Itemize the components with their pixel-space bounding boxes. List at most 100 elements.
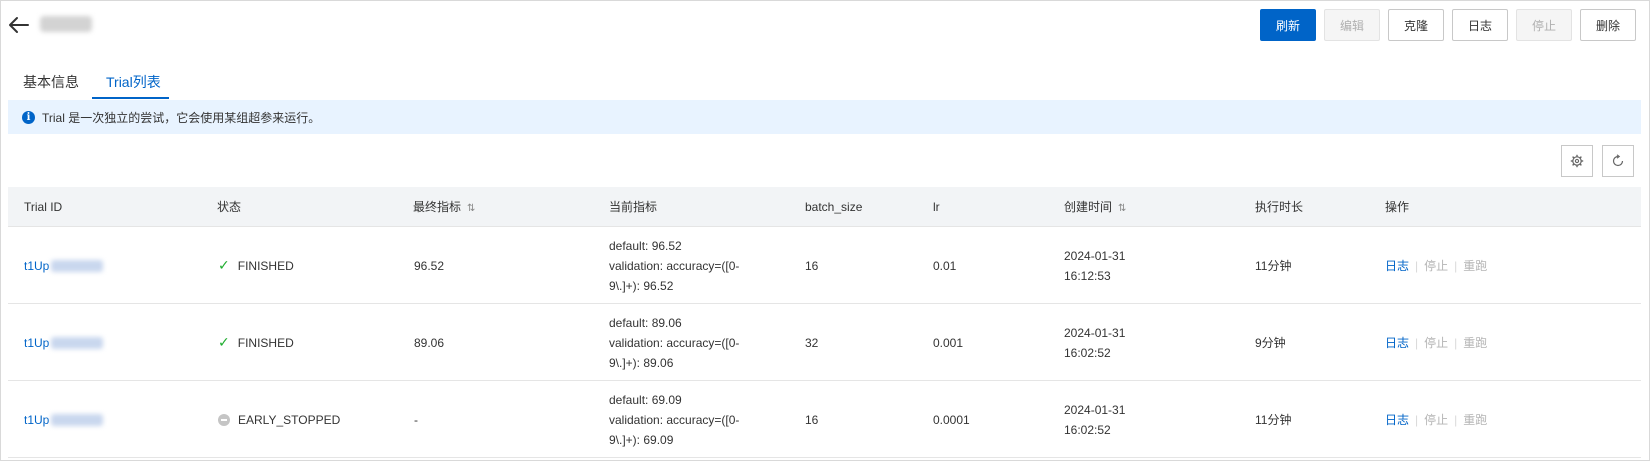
lr-cell: 0.0001 — [933, 412, 970, 427]
current-metric-cell: default: 89.06 validation: accuracy=([0-… — [609, 304, 739, 381]
check-icon: ✓ — [218, 334, 230, 350]
info-banner: i Trial 是一次独立的尝试，它会使用某组超参来运行。 — [8, 100, 1641, 134]
trial-id-link[interactable]: t1Up — [24, 336, 49, 350]
table-header: Trial ID 状态 最终指标 ⇅ 当前指标 batch_size lr 创建时… — [8, 187, 1641, 227]
clone-button[interactable]: 克隆 — [1388, 9, 1444, 41]
row-rerun-link[interactable]: 重跑 — [1463, 257, 1487, 274]
column-header-label: 创建时间 — [1064, 200, 1113, 214]
duration-cell: 11分钟 — [1255, 413, 1292, 427]
column-header-trial-id: Trial ID — [24, 200, 63, 214]
column-header-created[interactable]: 创建时间 ⇅ — [1064, 187, 1126, 227]
row-stop-link[interactable]: 停止 — [1424, 257, 1448, 274]
divider: | — [1415, 412, 1419, 427]
created-cell: 2024-01-31 16:02:52 — [1064, 304, 1125, 381]
metric-line: 9\.]+): 89.06 — [609, 355, 674, 370]
status-cell: EARLY_STOPPED — [218, 381, 340, 458]
trial-id-link[interactable]: t1Up — [24, 413, 49, 427]
created-time: 16:12:53 — [1064, 268, 1111, 283]
tab-trial-list[interactable]: Trial列表 — [106, 72, 161, 92]
final-metric-cell: 96.52 — [414, 258, 445, 273]
column-header-duration: 执行时长 — [1255, 200, 1304, 214]
edit-button[interactable]: 编辑 — [1324, 9, 1380, 41]
page-title-redacted — [40, 16, 92, 32]
created-cell: 2024-01-31 16:02:52 — [1064, 381, 1125, 458]
duration-cell: 11分钟 — [1255, 259, 1292, 273]
lr-cell: 0.001 — [933, 335, 964, 350]
column-header-label: 最终指标 — [413, 200, 462, 214]
lr-cell: 0.01 — [933, 258, 957, 273]
table-row: t1Up EARLY_STOPPED - default: 69.09 vali… — [8, 381, 1641, 458]
page-header: 刷新 编辑 克隆 日志 停止 删除 — [0, 0, 1650, 60]
actions-cell: 日志 | 停止 | 重跑 — [1385, 381, 1487, 458]
actions-cell: 日志 | 停止 | 重跑 — [1385, 227, 1487, 304]
row-logs-link[interactable]: 日志 — [1385, 334, 1409, 351]
batch-size-cell: 32 — [805, 335, 819, 350]
divider: | — [1454, 258, 1458, 273]
sort-icon[interactable]: ⇅ — [1118, 203, 1126, 214]
created-cell: 2024-01-31 16:12:53 — [1064, 227, 1125, 304]
trial-table: Trial ID 状态 最终指标 ⇅ 当前指标 batch_size lr 创建时… — [8, 187, 1641, 458]
column-settings-button[interactable] — [1561, 145, 1593, 177]
refresh-icon — [1612, 154, 1624, 167]
column-header-status: 状态 — [217, 200, 242, 214]
metric-line: validation: accuracy=([0- — [609, 412, 740, 427]
stop-button[interactable]: 停止 — [1516, 9, 1572, 41]
metric-line: validation: accuracy=([0- — [609, 258, 740, 273]
status-text: EARLY_STOPPED — [238, 412, 341, 427]
refresh-button[interactable]: 刷新 — [1260, 9, 1316, 41]
current-metric-cell: default: 69.09 validation: accuracy=([0-… — [609, 381, 739, 458]
active-tab-indicator — [92, 97, 169, 99]
metric-line: default: 69.09 — [609, 392, 682, 407]
row-stop-link[interactable]: 停止 — [1424, 334, 1448, 351]
metric-line: 9\.]+): 69.09 — [609, 432, 674, 447]
sort-icon[interactable]: ⇅ — [467, 203, 475, 214]
actions-cell: 日志 | 停止 | 重跑 — [1385, 304, 1487, 381]
row-logs-link[interactable]: 日志 — [1385, 411, 1409, 428]
trial-id-redacted — [51, 413, 104, 426]
trial-id-cell[interactable]: t1Up — [24, 304, 104, 381]
trial-id-link[interactable]: t1Up — [24, 259, 49, 273]
divider: | — [1454, 335, 1458, 350]
column-header-lr: lr — [933, 200, 940, 214]
metric-line: default: 96.52 — [609, 238, 682, 253]
column-header-final-metric[interactable]: 最终指标 ⇅ — [413, 187, 475, 227]
created-time: 16:02:52 — [1064, 422, 1111, 437]
trial-id-redacted — [51, 336, 104, 349]
trial-id-cell[interactable]: t1Up — [24, 227, 104, 304]
info-circle-icon: i — [22, 110, 35, 124]
table-row: t1Up ✓ FINISHED 89.06 default: 89.06 vali… — [8, 304, 1641, 381]
column-header-actions: 操作 — [1385, 200, 1410, 214]
batch-size-cell: 16 — [805, 412, 819, 427]
divider: | — [1454, 412, 1458, 427]
row-stop-link[interactable]: 停止 — [1424, 411, 1448, 428]
created-date: 2024-01-31 — [1064, 402, 1126, 417]
row-rerun-link[interactable]: 重跑 — [1463, 334, 1487, 351]
arrow-left-icon[interactable] — [8, 14, 30, 36]
trial-id-redacted — [51, 259, 104, 272]
final-metric-cell: - — [414, 412, 418, 427]
metric-line: validation: accuracy=([0- — [609, 335, 740, 350]
column-header-current-metric: 当前指标 — [609, 200, 658, 214]
metric-line: default: 89.06 — [609, 315, 682, 330]
info-message: Trial 是一次独立的尝试，它会使用某组超参来运行。 — [42, 110, 321, 125]
status-text: FINISHED — [237, 258, 294, 273]
status-text: FINISHED — [237, 335, 294, 350]
duration-cell: 9分钟 — [1255, 336, 1286, 350]
row-rerun-link[interactable]: 重跑 — [1463, 411, 1487, 428]
divider: | — [1415, 258, 1419, 273]
reload-table-button[interactable] — [1602, 145, 1634, 177]
final-metric-cell: 89.06 — [414, 335, 445, 350]
row-logs-link[interactable]: 日志 — [1385, 257, 1409, 274]
status-cell: ✓ FINISHED — [218, 227, 294, 304]
tab-basic-info[interactable]: 基本信息 — [23, 72, 79, 92]
batch-size-cell: 16 — [805, 258, 819, 273]
delete-button[interactable]: 删除 — [1580, 9, 1636, 41]
metric-line: 9\.]+): 96.52 — [609, 278, 674, 293]
logs-button[interactable]: 日志 — [1452, 9, 1508, 41]
created-time: 16:02:52 — [1064, 345, 1111, 360]
divider: | — [1415, 335, 1419, 350]
trial-id-cell[interactable]: t1Up — [24, 381, 104, 458]
gear-icon — [1570, 154, 1584, 168]
table-row: t1Up ✓ FINISHED 96.52 default: 96.52 vali… — [8, 227, 1641, 304]
column-header-batch-size: batch_size — [805, 200, 863, 214]
